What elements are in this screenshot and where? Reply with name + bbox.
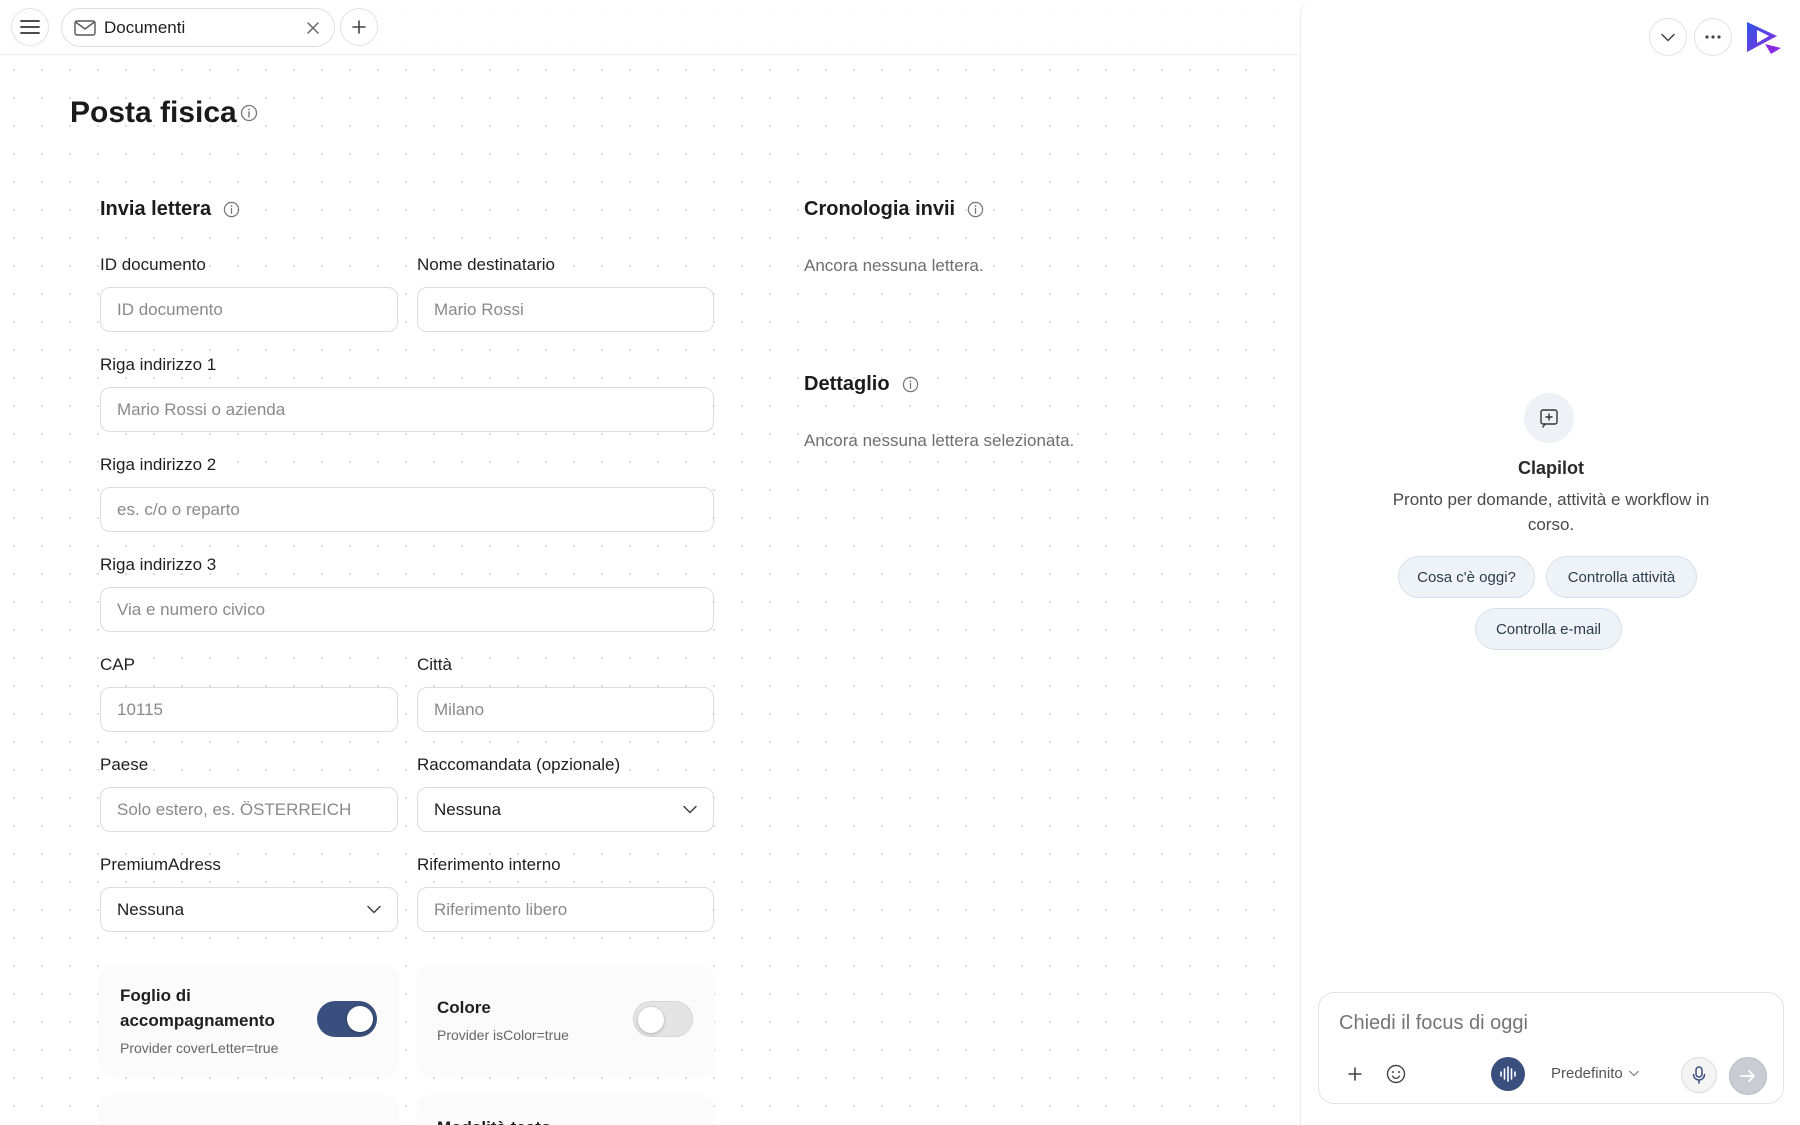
collapse-button[interactable] [1649, 18, 1687, 56]
next-card-title: Modalità testo [437, 1115, 551, 1125]
cover-letter-title-line1: Foglio di [120, 986, 191, 1005]
emoji-icon[interactable] [1386, 1064, 1406, 1084]
premium-address-label: PremiumAdress [100, 855, 221, 874]
chip-controlla-email[interactable]: Controlla e-mail [1475, 608, 1622, 650]
zip-label: CAP [100, 655, 135, 674]
zip-input[interactable] [100, 687, 398, 732]
detail-title-text: Dettaglio [804, 373, 890, 395]
city-label: Città [417, 655, 452, 674]
recipient-name-input[interactable] [417, 287, 714, 332]
cover-letter-card: Foglio di accompagnamento Provider cover… [100, 965, 398, 1075]
microphone-icon [1692, 1066, 1706, 1084]
microphone-button[interactable] [1681, 1057, 1717, 1093]
info-icon[interactable] [902, 376, 919, 393]
recipient-name-label: Nome destinatario [417, 255, 555, 274]
chat-plus-icon [1540, 409, 1558, 428]
chevron-down-icon [1628, 1070, 1639, 1077]
model-selector-label: Predefinito [1551, 1065, 1623, 1082]
toggle-knob [347, 1006, 373, 1032]
chat-input[interactable] [1339, 1007, 1759, 1039]
detail-empty-text: Ancora nessuna lettera selezionata. [804, 431, 1075, 450]
clapilot-logo-icon [1747, 22, 1781, 54]
send-letter-section-title: Invia lettera [100, 198, 240, 221]
chip-cosa-c-e-oggi[interactable]: Cosa c'è oggi? [1398, 556, 1535, 598]
send-button[interactable] [1729, 1057, 1767, 1095]
cover-letter-title-line2: accompagnamento [120, 1011, 275, 1030]
history-title-text: Cronologia invii [804, 198, 956, 220]
plus-icon [352, 20, 366, 34]
address-line3-label: Riga indirizzo 3 [100, 555, 217, 574]
info-icon[interactable] [223, 201, 240, 218]
page-title-text: Posta fisica [70, 96, 237, 129]
arrow-right-icon [1740, 1070, 1755, 1082]
hamburger-icon [20, 20, 40, 34]
detail-section-title: Dettaglio [804, 373, 919, 396]
color-toggle[interactable] [633, 1001, 693, 1037]
address-line1-label: Riga indirizzo 1 [100, 355, 217, 374]
registered-label: Raccomandata (opzionale) [417, 755, 621, 774]
premium-address-select[interactable]: Nessuna [100, 887, 398, 932]
menu-button[interactable] [11, 8, 49, 46]
chat-composer: Predefinito [1318, 992, 1784, 1104]
info-icon[interactable] [240, 104, 258, 122]
new-tab-button[interactable] [340, 8, 378, 46]
top-bar: Documenti [0, 0, 1300, 55]
registered-select-value: Nessuna [434, 799, 502, 819]
country-input[interactable] [100, 787, 398, 832]
history-empty-text: Ancora nessuna lettera. [804, 256, 984, 275]
premium-address-select-value: Nessuna [117, 899, 185, 919]
more-options-button[interactable] [1694, 18, 1732, 56]
country-label: Paese [100, 755, 149, 774]
address-line1-input[interactable] [100, 387, 714, 432]
new-chat-icon-badge [1524, 393, 1574, 443]
assistant-name: Clapilot [1518, 458, 1584, 478]
voice-mode-button[interactable] [1491, 1057, 1525, 1091]
internal-ref-input[interactable] [417, 887, 714, 932]
mail-icon [74, 19, 96, 36]
assistant-panel: Clapilot Pronto per domande, attività e … [1300, 0, 1800, 1125]
address-line2-label: Riga indirizzo 2 [100, 455, 217, 474]
close-icon[interactable] [306, 21, 320, 35]
address-line3-input[interactable] [100, 587, 714, 632]
address-line2-input[interactable] [100, 487, 714, 532]
tab-documenti[interactable]: Documenti [61, 8, 335, 47]
waveform-icon [1500, 1066, 1516, 1082]
page-title: Posta fisica [70, 96, 237, 130]
document-id-label: ID documento [100, 255, 206, 274]
tab-label: Documenti [104, 17, 186, 37]
chip-controlla-attivita[interactable]: Controlla attività [1546, 556, 1697, 598]
next-card-left [100, 1095, 398, 1125]
color-sub: Provider isColor=true [437, 1027, 569, 1043]
color-title: Colore [437, 998, 491, 1017]
registered-select[interactable]: Nessuna [417, 787, 714, 832]
history-section-title: Cronologia invii [804, 198, 984, 221]
plus-icon[interactable] [1347, 1066, 1363, 1082]
model-selector[interactable]: Predefinito [1551, 1065, 1639, 1082]
assistant-tagline: Pronto per domande, attività e workflow … [1392, 490, 1710, 534]
cover-letter-title: Foglio di accompagnamento [120, 983, 275, 1033]
info-icon[interactable] [967, 201, 984, 218]
chevron-down-icon [1661, 33, 1675, 41]
internal-ref-label: Riferimento interno [417, 855, 561, 874]
next-card-right: Modalità testo [417, 1095, 714, 1125]
color-card: Colore Provider isColor=true [417, 965, 714, 1075]
cover-letter-sub: Provider coverLetter=true [120, 1040, 279, 1056]
more-horizontal-icon [1705, 35, 1721, 39]
chevron-down-icon [683, 805, 697, 814]
chevron-down-icon [367, 905, 381, 914]
cover-letter-toggle[interactable] [317, 1001, 377, 1037]
document-id-input[interactable] [100, 287, 398, 332]
toggle-knob [638, 1007, 664, 1033]
city-input[interactable] [417, 687, 714, 732]
send-letter-title-text: Invia lettera [100, 198, 212, 220]
